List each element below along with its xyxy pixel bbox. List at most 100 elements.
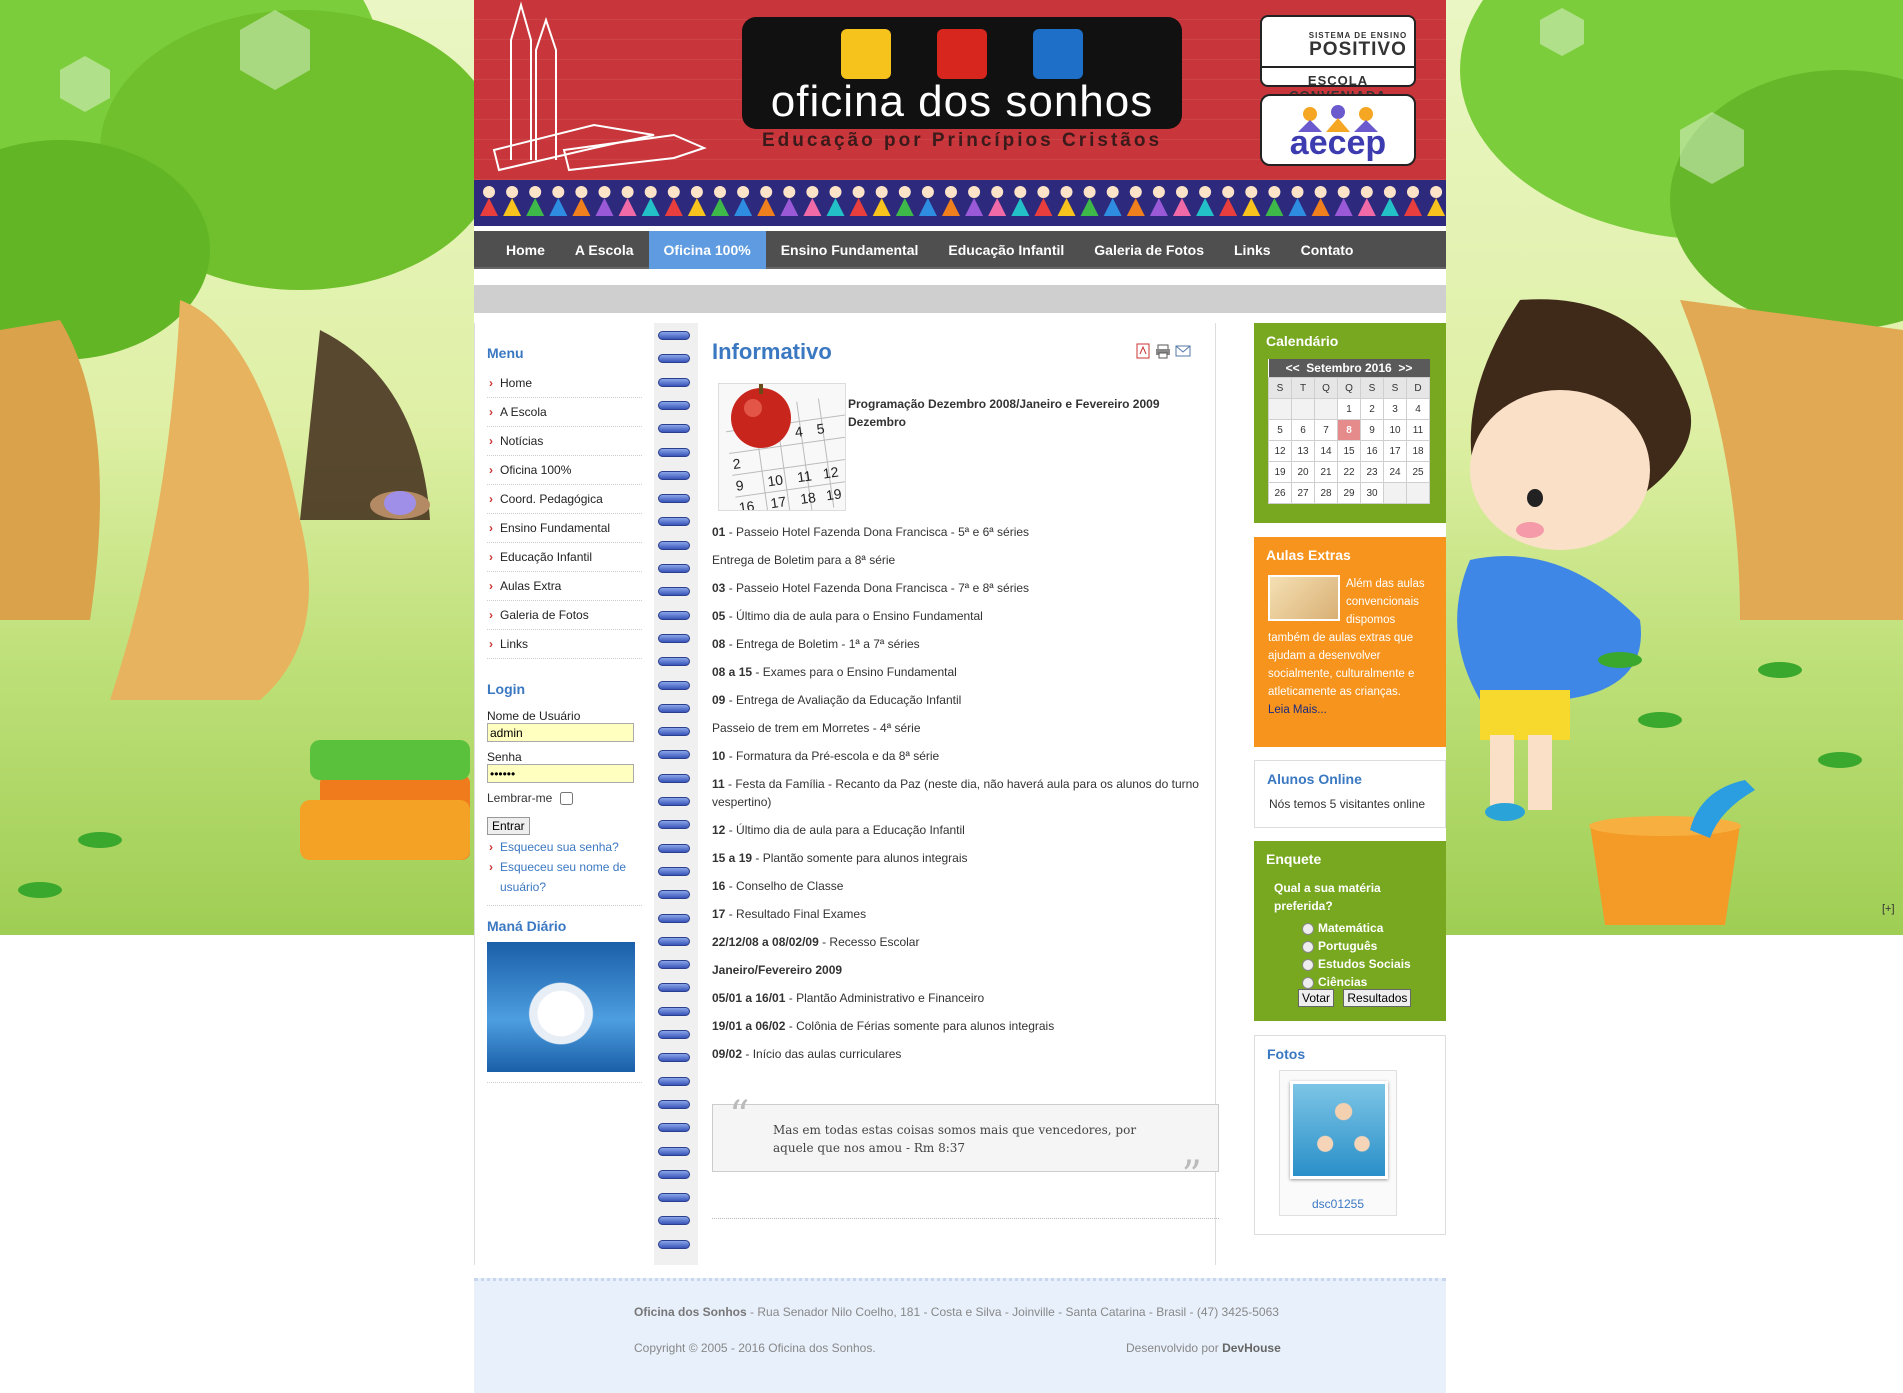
nav-item[interactable]: Contato — [1286, 231, 1369, 269]
calendar-day[interactable]: 2 — [1360, 398, 1384, 420]
calendar-day[interactable]: 27 — [1291, 482, 1315, 504]
calendar-day[interactable]: 7 — [1314, 419, 1338, 441]
poll-radio[interactable] — [1302, 958, 1314, 971]
username-input[interactable] — [487, 723, 634, 742]
poll-radio[interactable] — [1302, 922, 1314, 935]
photo-thumbnail[interactable] — [1290, 1081, 1388, 1179]
footer-dev-name[interactable]: DevHouse — [1222, 1341, 1281, 1355]
dove-image[interactable] — [487, 942, 635, 1072]
nav-item[interactable]: Home — [491, 231, 560, 269]
calendar-day[interactable]: 17 — [1383, 440, 1407, 462]
nav-item[interactable]: Links — [1219, 231, 1286, 269]
calendar-day[interactable]: 4 — [1406, 398, 1430, 420]
side-menu-item[interactable]: Notícias — [487, 427, 642, 456]
poll-results-button[interactable]: Resultados — [1343, 989, 1412, 1007]
forgot-password-link[interactable]: Esqueceu sua senha? — [487, 837, 642, 857]
forgot-username-link[interactable]: Esqueceu seu nome de usuário? — [487, 857, 642, 897]
calendar-day[interactable]: 26 — [1268, 482, 1292, 504]
poll-option-label: Matemática — [1318, 921, 1384, 935]
calendar-day[interactable]: 25 — [1406, 461, 1430, 483]
child-figure — [687, 186, 706, 216]
calendar-next-button[interactable]: >> — [1398, 361, 1412, 375]
aecep-text: aecep — [1289, 124, 1387, 162]
calendar-day[interactable]: 16 — [1360, 440, 1384, 462]
photo-frame[interactable]: dsc01255 — [1279, 1070, 1397, 1216]
spiral-ring — [658, 1146, 690, 1156]
child-figure — [1057, 186, 1076, 216]
remember-checkbox[interactable] — [559, 792, 573, 806]
calendar-day[interactable]: 3 — [1383, 398, 1407, 420]
calendar-day[interactable]: 20 — [1291, 461, 1315, 483]
side-menu-item[interactable]: Oficina 100% — [487, 456, 642, 485]
poll-radio[interactable] — [1302, 976, 1314, 989]
close-quote-icon: ” — [1181, 1153, 1202, 1199]
poll-option[interactable]: Matemática — [1302, 919, 1446, 937]
expand-background-toggle[interactable]: [+] — [1882, 903, 1895, 915]
calendar-day[interactable]: 24 — [1383, 461, 1407, 483]
calendar-day[interactable]: 23 — [1360, 461, 1384, 483]
aulas-read-more-link[interactable]: Leia Mais... — [1268, 701, 1438, 719]
calendar-day[interactable]: 5 — [1268, 419, 1292, 441]
spiral-ring — [658, 587, 690, 597]
side-menu-item[interactable]: Aulas Extra — [487, 572, 642, 601]
calendar-day[interactable]: 30 — [1360, 482, 1384, 504]
children-garland-art — [480, 186, 1446, 216]
password-input[interactable] — [487, 764, 634, 783]
nav-item[interactable]: Ensino Fundamental — [766, 231, 934, 269]
spiral-ring — [658, 564, 690, 573]
calendar-day[interactable]: 18 — [1406, 440, 1430, 462]
side-menu: HomeA EscolaNotíciasOficina 100%Coord. P… — [487, 369, 642, 659]
calendar-day[interactable]: 13 — [1291, 440, 1315, 462]
side-menu-item[interactable]: Galeria de Fotos — [487, 601, 642, 630]
child-figure — [849, 186, 868, 216]
side-menu-item[interactable]: Coord. Pedagógica — [487, 485, 642, 514]
schedule-date: 19/01 a 06/02 — [712, 1019, 786, 1033]
nav-item[interactable]: A Escola — [560, 231, 649, 269]
child-figure — [1219, 186, 1238, 216]
calendar-day[interactable]: 19 — [1268, 461, 1292, 483]
calendar-day[interactable]: 12 — [1268, 440, 1292, 462]
spiral-ring — [658, 331, 690, 340]
schedule-text: - Resultado Final Exames — [725, 907, 867, 921]
schedule-text: - Passeio Hotel Fazenda Dona Francisca -… — [725, 525, 1030, 539]
side-menu-item[interactable]: A Escola — [487, 398, 642, 427]
nav-item[interactable]: Oficina 100% — [648, 231, 766, 269]
nav-item[interactable]: Educação Infantil — [933, 231, 1079, 269]
calendar-day[interactable]: 10 — [1383, 419, 1407, 441]
calendar-day[interactable]: 22 — [1337, 461, 1361, 483]
calendar-day[interactable]: 21 — [1314, 461, 1338, 483]
calendar-day[interactable]: 9 — [1360, 419, 1384, 441]
calendar-empty-cell — [1291, 398, 1315, 420]
poll-option[interactable]: Estudos Sociais — [1302, 955, 1446, 973]
children-icon — [937, 29, 987, 79]
email-icon[interactable] — [1175, 343, 1191, 359]
side-menu-item[interactable]: Links — [487, 630, 642, 659]
side-menu-item[interactable]: Home — [487, 369, 642, 398]
calendar-day[interactable]: 14 — [1314, 440, 1338, 462]
child-figure — [942, 186, 960, 216]
schedule-text: - Início das aulas curriculares — [742, 1047, 902, 1061]
side-menu-item[interactable]: Ensino Fundamental — [487, 514, 642, 543]
school-logo[interactable]: oficina dos sonhos — [742, 17, 1182, 129]
calendar-day[interactable]: 15 — [1337, 440, 1361, 462]
poll-radio[interactable] — [1302, 940, 1314, 953]
print-icon[interactable] — [1155, 343, 1171, 359]
nav-item[interactable]: Galeria de Fotos — [1079, 231, 1219, 269]
poll-option[interactable]: Português — [1302, 937, 1446, 955]
calendar-day[interactable]: 11 — [1406, 419, 1430, 441]
side-menu-item[interactable]: Educação Infantil — [487, 543, 642, 572]
aulas-thumbnail[interactable] — [1268, 575, 1340, 621]
pdf-icon[interactable] — [1135, 343, 1151, 359]
login-submit-button[interactable]: Entrar — [487, 817, 530, 835]
calendar-prev-button[interactable]: << — [1286, 361, 1300, 375]
calendar-day[interactable]: 28 — [1314, 482, 1338, 504]
calendar-day[interactable]: 1 — [1337, 398, 1361, 420]
child-figure — [1080, 186, 1099, 216]
calendar-day[interactable]: 29 — [1337, 482, 1361, 504]
tagline: Educação por Princípios Cristãos — [761, 130, 1163, 151]
calendar-day[interactable]: 6 — [1291, 419, 1315, 441]
calendar-day[interactable]: 8 — [1337, 419, 1361, 441]
calendar-empty-cell — [1268, 398, 1292, 420]
poll-vote-button[interactable]: Votar — [1298, 989, 1335, 1007]
photo-caption[interactable]: dsc01255 — [1280, 1197, 1396, 1211]
